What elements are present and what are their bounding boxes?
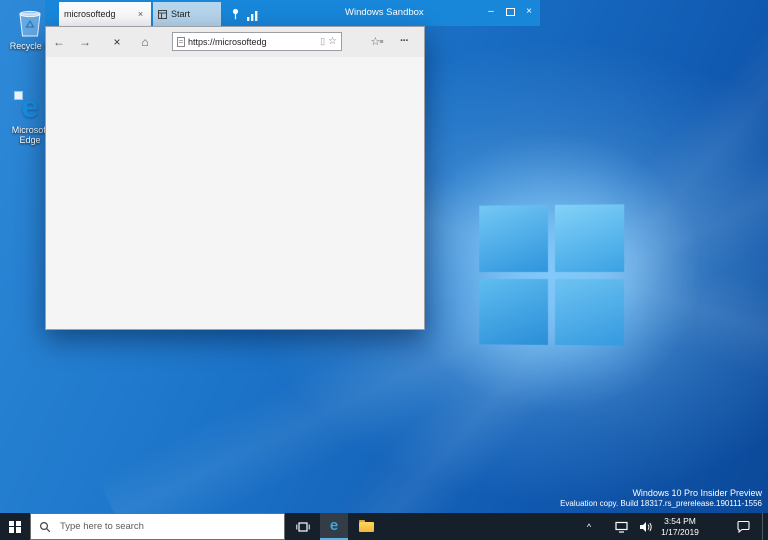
clock-time: 3:54 PM	[654, 516, 706, 527]
edge-tab-start[interactable]: Start	[153, 2, 221, 26]
network-tray-button[interactable]	[612, 513, 630, 540]
favorite-star-icon[interactable]: ☆	[328, 36, 337, 47]
reading-view-icon[interactable]: ▯	[320, 36, 325, 47]
pin-icon[interactable]	[231, 7, 240, 25]
edge-tab-active[interactable]: microsoftedg ×	[59, 2, 151, 26]
page-icon	[177, 37, 185, 47]
tab-title: microsoftedg	[64, 9, 135, 19]
task-view-button[interactable]	[290, 513, 316, 540]
volume-icon	[639, 521, 652, 533]
windows-logo-pane	[479, 205, 547, 272]
network-icon	[615, 521, 628, 533]
more-icon[interactable]: ···	[394, 27, 414, 57]
volume-tray-button[interactable]	[636, 513, 654, 540]
task-view-icon	[296, 521, 310, 533]
tab-close-icon[interactable]: ×	[135, 9, 146, 19]
start-icon	[9, 521, 21, 533]
hub-icon[interactable]: ☆≡	[366, 27, 388, 57]
taskbar-file-explorer-button[interactable]	[352, 513, 380, 540]
back-icon[interactable]: ←	[50, 27, 68, 57]
windows-logo-pane	[554, 204, 624, 271]
show-desktop-strip[interactable]	[762, 513, 768, 540]
minimize-button[interactable]: –	[484, 5, 498, 18]
edge-toolbar: ← → × ⌂ https://microsoftedg ▯ ☆ ☆≡ ···	[46, 27, 424, 58]
sandbox-titlebar: microsoftedg × Start Windows Sandbox – ×	[45, 0, 540, 26]
search-icon	[39, 521, 51, 533]
restore-icon	[506, 8, 515, 16]
address-url[interactable]: https://microsoftedg	[188, 37, 317, 47]
action-center-button[interactable]	[732, 513, 754, 540]
signal-bars-icon	[247, 8, 259, 26]
start-page-icon	[158, 10, 167, 19]
browser-page-blank	[46, 57, 424, 329]
restore-button[interactable]	[503, 5, 517, 18]
windows-logo-pane	[479, 278, 547, 345]
taskbar-edge-button[interactable]: e	[320, 513, 348, 540]
taskbar-search[interactable]	[30, 513, 285, 540]
windows-logo-pane	[554, 279, 624, 346]
tab-title: Start	[171, 9, 190, 19]
watermark-line2: Evaluation copy. Build 18317.rs_prerelea…	[560, 499, 762, 509]
windows-logo	[479, 204, 624, 345]
search-input[interactable]	[58, 520, 262, 533]
caption-buttons: – ×	[484, 5, 536, 18]
window-title: Windows Sandbox	[345, 7, 424, 18]
stop-icon[interactable]: ×	[108, 27, 126, 57]
hub-lines: ≡	[379, 39, 383, 46]
action-center-icon	[737, 520, 750, 533]
watermark-line1: Windows 10 Pro Insider Preview	[560, 488, 762, 499]
insider-watermark: Windows 10 Pro Insider Preview Evaluatio…	[560, 488, 762, 509]
forward-icon[interactable]: →	[76, 27, 94, 57]
edge-icon: e	[330, 514, 338, 538]
close-button[interactable]: ×	[522, 5, 536, 18]
address-bar[interactable]: https://microsoftedg ▯ ☆	[172, 32, 342, 51]
clock-date: 1/17/2019	[654, 527, 706, 538]
taskbar: e ^ 3:54 PM 1/17/2019	[0, 513, 768, 540]
tray-expand-button[interactable]: ^	[582, 513, 596, 540]
taskbar-clock[interactable]: 3:54 PM 1/17/2019	[654, 516, 706, 537]
start-button[interactable]	[0, 513, 30, 540]
file-explorer-icon	[359, 522, 374, 532]
home-icon[interactable]: ⌂	[136, 27, 154, 57]
icon-overlay	[14, 91, 23, 100]
edge-browser-window: ← → × ⌂ https://microsoftedg ▯ ☆ ☆≡ ···	[45, 26, 425, 330]
